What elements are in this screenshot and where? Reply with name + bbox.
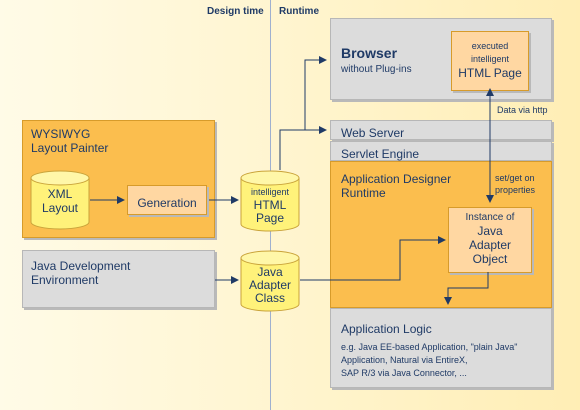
connector-overlay <box>90 56 494 305</box>
adapter-class-to-instance-arrow <box>300 236 446 281</box>
instance-to-applogic-arrow <box>444 272 489 305</box>
webserver-to-browser-arrow <box>304 56 327 130</box>
html-to-webserver-arrow <box>279 126 327 170</box>
